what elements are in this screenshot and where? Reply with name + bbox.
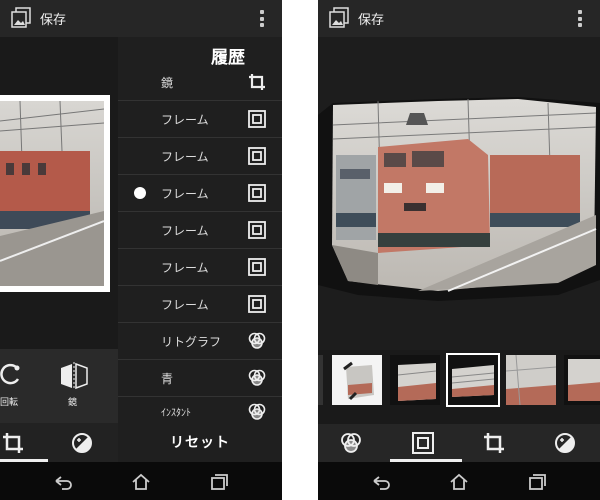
- rotate-icon[interactable]: [0, 363, 24, 387]
- photo-preview: [318, 95, 600, 303]
- frame-thumb[interactable]: [318, 355, 323, 405]
- reset-button[interactable]: リセット: [118, 432, 282, 452]
- frame-icon: [248, 258, 266, 276]
- frame-icon: [248, 110, 266, 128]
- action-bar: 保存: [318, 0, 600, 37]
- back-icon[interactable]: [53, 472, 73, 492]
- crop-icon[interactable]: [2, 432, 24, 454]
- frame-thumb[interactable]: [390, 355, 440, 405]
- home-icon[interactable]: [131, 472, 151, 492]
- action-bar: 保存: [0, 0, 282, 37]
- history-item[interactable]: フレーム: [118, 138, 282, 175]
- save-photo-icon[interactable]: [11, 7, 31, 29]
- frame-icon[interactable]: [412, 432, 434, 454]
- system-nav-bar: [318, 462, 600, 500]
- frame-icon: [248, 147, 266, 165]
- filter-icon: [248, 369, 266, 386]
- mirror-icon[interactable]: [59, 362, 89, 390]
- reset-bar: リセット: [118, 423, 282, 462]
- history-item[interactable]: フレーム: [118, 286, 282, 323]
- rotate-label: 回転: [0, 398, 19, 408]
- editor-frame-screen: 保存: [318, 0, 600, 500]
- frame-thumb[interactable]: [506, 355, 556, 405]
- frame-thumb[interactable]: [564, 355, 600, 405]
- history-item[interactable]: リトグラフ: [118, 323, 282, 360]
- crop-icon[interactable]: [483, 432, 505, 454]
- history-panel: 履歴 鏡 フレーム フレーム フレーム フレーム フレーム フレーム リトグラフ…: [118, 37, 282, 423]
- frame-thumb-selected[interactable]: [446, 353, 500, 407]
- current-step-indicator: [134, 187, 146, 199]
- history-item-selected[interactable]: フレーム: [118, 175, 282, 212]
- adjust-icon[interactable]: [71, 432, 93, 454]
- history-item[interactable]: ｲﾝｽﾀﾝﾄ: [118, 397, 282, 423]
- history-item[interactable]: フレーム: [118, 101, 282, 138]
- transform-toolbar: 回転 鏡: [0, 349, 118, 423]
- frame-icon: [248, 295, 266, 313]
- recent-apps-icon[interactable]: [527, 472, 547, 492]
- frame-thumb[interactable]: [332, 355, 382, 405]
- filter-icon: [248, 403, 266, 420]
- history-item[interactable]: 青: [118, 360, 282, 397]
- filter-icon[interactable]: [340, 432, 362, 454]
- filter-icon: [248, 332, 266, 349]
- overflow-menu-icon[interactable]: [578, 10, 582, 27]
- back-icon[interactable]: [371, 472, 391, 492]
- adjust-icon[interactable]: [554, 432, 576, 454]
- history-item[interactable]: フレーム: [118, 249, 282, 286]
- recent-apps-icon[interactable]: [209, 472, 229, 492]
- photo-preview: [0, 101, 104, 286]
- history-item[interactable]: フレーム: [118, 212, 282, 249]
- frame-icon: [248, 221, 266, 239]
- editor-history-screen: 保存 回転 鏡 履歴 鏡 フレーム フレーム フレーム フレーム フレーム フレ…: [0, 0, 282, 500]
- frame-style-strip: [318, 350, 600, 412]
- save-label[interactable]: 保存: [40, 9, 66, 28]
- history-item[interactable]: 鏡: [118, 64, 282, 101]
- frame-icon: [248, 184, 266, 202]
- home-icon[interactable]: [449, 472, 469, 492]
- save-label[interactable]: 保存: [358, 9, 384, 28]
- overflow-menu-icon[interactable]: [260, 10, 264, 27]
- crop-icon: [249, 74, 265, 90]
- save-photo-icon[interactable]: [329, 7, 349, 29]
- mirror-label: 鏡: [68, 398, 78, 408]
- system-nav-bar: [0, 462, 282, 500]
- editor-tab-bar: [318, 424, 600, 462]
